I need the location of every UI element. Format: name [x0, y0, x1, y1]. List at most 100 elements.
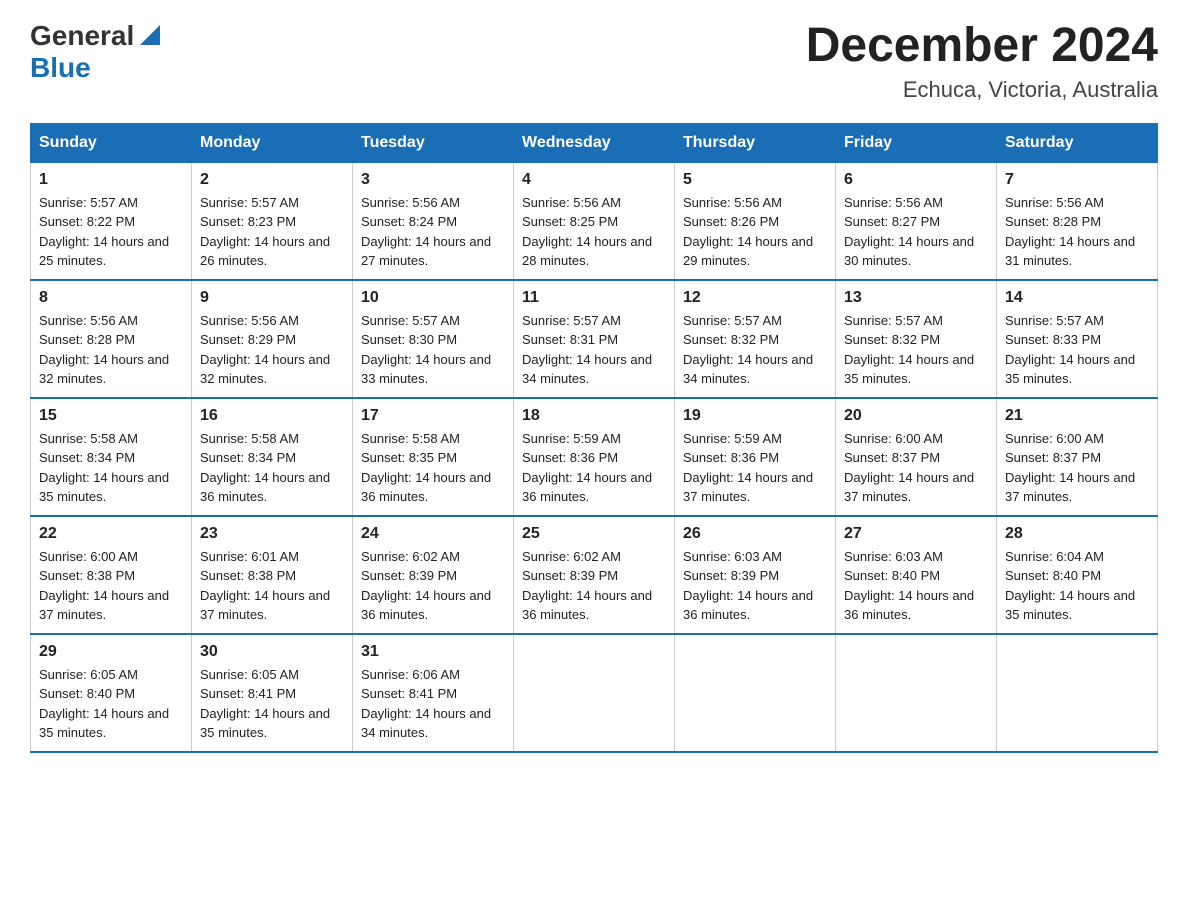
- calendar-cell: 26 Sunrise: 6:03 AMSunset: 8:39 PMDayligh…: [675, 516, 836, 634]
- day-number: 29: [39, 643, 183, 661]
- day-info: Sunrise: 5:56 AMSunset: 8:25 PMDaylight:…: [522, 193, 666, 271]
- day-info: Sunrise: 5:59 AMSunset: 8:36 PMDaylight:…: [683, 429, 827, 507]
- logo-blue-text: Blue: [30, 52, 91, 83]
- col-friday: Friday: [836, 123, 997, 162]
- calendar-cell: 2 Sunrise: 5:57 AMSunset: 8:23 PMDaylight…: [192, 162, 353, 280]
- calendar-cell: 18Sunrise: 5:59 AMSunset: 8:36 PMDayligh…: [514, 398, 675, 516]
- calendar-cell: [514, 634, 675, 752]
- day-info: Sunrise: 6:00 AMSunset: 8:37 PMDaylight:…: [844, 429, 988, 507]
- calendar-cell: 25Sunrise: 6:02 AMSunset: 8:39 PMDayligh…: [514, 516, 675, 634]
- calendar-cell: 7 Sunrise: 5:56 AMSunset: 8:28 PMDaylight…: [997, 162, 1158, 280]
- day-info: Sunrise: 5:56 AMSunset: 8:26 PMDaylight:…: [683, 193, 827, 271]
- calendar-cell: 20 Sunrise: 6:00 AMSunset: 8:37 PMDayligh…: [836, 398, 997, 516]
- day-number: 7: [1005, 171, 1149, 189]
- calendar-week-row: 22 Sunrise: 6:00 AMSunset: 8:38 PMDayligh…: [31, 516, 1158, 634]
- day-info: Sunrise: 6:06 AMSunset: 8:41 PMDaylight:…: [361, 665, 505, 743]
- calendar-week-row: 8 Sunrise: 5:56 AMSunset: 8:28 PMDaylight…: [31, 280, 1158, 398]
- day-info: Sunrise: 5:57 AMSunset: 8:31 PMDaylight:…: [522, 311, 666, 389]
- col-monday: Monday: [192, 123, 353, 162]
- day-number: 31: [361, 643, 505, 661]
- day-number: 26: [683, 525, 827, 543]
- day-info: Sunrise: 5:58 AMSunset: 8:34 PMDaylight:…: [200, 429, 344, 507]
- location-subtitle: Echuca, Victoria, Australia: [806, 77, 1158, 103]
- day-number: 27: [844, 525, 988, 543]
- page-header: General Blue December 2024 Echuca, Victo…: [30, 20, 1158, 103]
- day-number: 5: [683, 171, 827, 189]
- calendar-cell: 30 Sunrise: 6:05 AMSunset: 8:41 PMDayligh…: [192, 634, 353, 752]
- day-info: Sunrise: 6:01 AMSunset: 8:38 PMDaylight:…: [200, 547, 344, 625]
- day-number: 10: [361, 289, 505, 307]
- day-number: 17: [361, 407, 505, 425]
- day-info: Sunrise: 6:03 AMSunset: 8:40 PMDaylight:…: [844, 547, 988, 625]
- day-number: 24: [361, 525, 505, 543]
- day-info: Sunrise: 5:57 AMSunset: 8:30 PMDaylight:…: [361, 311, 505, 389]
- calendar-cell: 15 Sunrise: 5:58 AMSunset: 8:34 PMDayligh…: [31, 398, 192, 516]
- calendar-cell: 6Sunrise: 5:56 AMSunset: 8:27 PMDaylight…: [836, 162, 997, 280]
- day-info: Sunrise: 6:02 AMSunset: 8:39 PMDaylight:…: [522, 547, 666, 625]
- calendar-table: Sunday Monday Tuesday Wednesday Thursday…: [30, 123, 1158, 753]
- day-info: Sunrise: 5:57 AMSunset: 8:33 PMDaylight:…: [1005, 311, 1149, 389]
- day-info: Sunrise: 5:57 AMSunset: 8:22 PMDaylight:…: [39, 193, 183, 271]
- day-info: Sunrise: 6:05 AMSunset: 8:41 PMDaylight:…: [200, 665, 344, 743]
- calendar-cell: 4 Sunrise: 5:56 AMSunset: 8:25 PMDaylight…: [514, 162, 675, 280]
- calendar-cell: 11 Sunrise: 5:57 AMSunset: 8:31 PMDayligh…: [514, 280, 675, 398]
- day-info: Sunrise: 5:56 AMSunset: 8:28 PMDaylight:…: [1005, 193, 1149, 271]
- day-number: 3: [361, 171, 505, 189]
- day-info: Sunrise: 5:57 AMSunset: 8:32 PMDaylight:…: [683, 311, 827, 389]
- day-number: 1: [39, 171, 183, 189]
- day-number: 22: [39, 525, 183, 543]
- day-info: Sunrise: 5:56 AMSunset: 8:27 PMDaylight:…: [844, 193, 988, 271]
- day-number: 11: [522, 289, 666, 307]
- day-number: 23: [200, 525, 344, 543]
- calendar-cell: 3 Sunrise: 5:56 AMSunset: 8:24 PMDaylight…: [353, 162, 514, 280]
- calendar-header: Sunday Monday Tuesday Wednesday Thursday…: [31, 123, 1158, 162]
- day-info: Sunrise: 5:56 AMSunset: 8:29 PMDaylight:…: [200, 311, 344, 389]
- day-info: Sunrise: 5:58 AMSunset: 8:35 PMDaylight:…: [361, 429, 505, 507]
- day-number: 4: [522, 171, 666, 189]
- day-info: Sunrise: 5:57 AMSunset: 8:23 PMDaylight:…: [200, 193, 344, 271]
- calendar-cell: 10 Sunrise: 5:57 AMSunset: 8:30 PMDayligh…: [353, 280, 514, 398]
- day-number: 18: [522, 407, 666, 425]
- calendar-cell: [675, 634, 836, 752]
- day-number: 21: [1005, 407, 1149, 425]
- logo-general-text: General: [30, 20, 134, 52]
- col-thursday: Thursday: [675, 123, 836, 162]
- day-info: Sunrise: 6:00 AMSunset: 8:37 PMDaylight:…: [1005, 429, 1149, 507]
- day-info: Sunrise: 6:00 AMSunset: 8:38 PMDaylight:…: [39, 547, 183, 625]
- logo-triangle-icon: [136, 21, 164, 49]
- day-info: Sunrise: 5:56 AMSunset: 8:28 PMDaylight:…: [39, 311, 183, 389]
- day-number: 8: [39, 289, 183, 307]
- calendar-cell: 5 Sunrise: 5:56 AMSunset: 8:26 PMDaylight…: [675, 162, 836, 280]
- calendar-cell: 31 Sunrise: 6:06 AMSunset: 8:41 PMDayligh…: [353, 634, 514, 752]
- day-number: 19: [683, 407, 827, 425]
- day-info: Sunrise: 6:03 AMSunset: 8:39 PMDaylight:…: [683, 547, 827, 625]
- logo: General Blue: [30, 20, 164, 84]
- day-info: Sunrise: 5:57 AMSunset: 8:32 PMDaylight:…: [844, 311, 988, 389]
- calendar-cell: 23 Sunrise: 6:01 AMSunset: 8:38 PMDayligh…: [192, 516, 353, 634]
- day-info: Sunrise: 5:58 AMSunset: 8:34 PMDaylight:…: [39, 429, 183, 507]
- title-block: December 2024 Echuca, Victoria, Australi…: [806, 20, 1158, 103]
- day-number: 15: [39, 407, 183, 425]
- calendar-cell: 14Sunrise: 5:57 AMSunset: 8:33 PMDayligh…: [997, 280, 1158, 398]
- calendar-cell: [997, 634, 1158, 752]
- calendar-cell: 13Sunrise: 5:57 AMSunset: 8:32 PMDayligh…: [836, 280, 997, 398]
- calendar-week-row: 15 Sunrise: 5:58 AMSunset: 8:34 PMDayligh…: [31, 398, 1158, 516]
- header-row: Sunday Monday Tuesday Wednesday Thursday…: [31, 123, 1158, 162]
- calendar-cell: 16 Sunrise: 5:58 AMSunset: 8:34 PMDayligh…: [192, 398, 353, 516]
- col-sunday: Sunday: [31, 123, 192, 162]
- calendar-cell: 21 Sunrise: 6:00 AMSunset: 8:37 PMDayligh…: [997, 398, 1158, 516]
- calendar-cell: 9Sunrise: 5:56 AMSunset: 8:29 PMDaylight…: [192, 280, 353, 398]
- calendar-week-row: 29Sunrise: 6:05 AMSunset: 8:40 PMDayligh…: [31, 634, 1158, 752]
- day-number: 16: [200, 407, 344, 425]
- col-wednesday: Wednesday: [514, 123, 675, 162]
- day-info: Sunrise: 6:04 AMSunset: 8:40 PMDaylight:…: [1005, 547, 1149, 625]
- col-saturday: Saturday: [997, 123, 1158, 162]
- day-number: 30: [200, 643, 344, 661]
- calendar-cell: 29Sunrise: 6:05 AMSunset: 8:40 PMDayligh…: [31, 634, 192, 752]
- calendar-cell: 8 Sunrise: 5:56 AMSunset: 8:28 PMDaylight…: [31, 280, 192, 398]
- day-info: Sunrise: 5:56 AMSunset: 8:24 PMDaylight:…: [361, 193, 505, 271]
- calendar-cell: 19 Sunrise: 5:59 AMSunset: 8:36 PMDayligh…: [675, 398, 836, 516]
- day-number: 2: [200, 171, 344, 189]
- calendar-cell: 12Sunrise: 5:57 AMSunset: 8:32 PMDayligh…: [675, 280, 836, 398]
- day-number: 20: [844, 407, 988, 425]
